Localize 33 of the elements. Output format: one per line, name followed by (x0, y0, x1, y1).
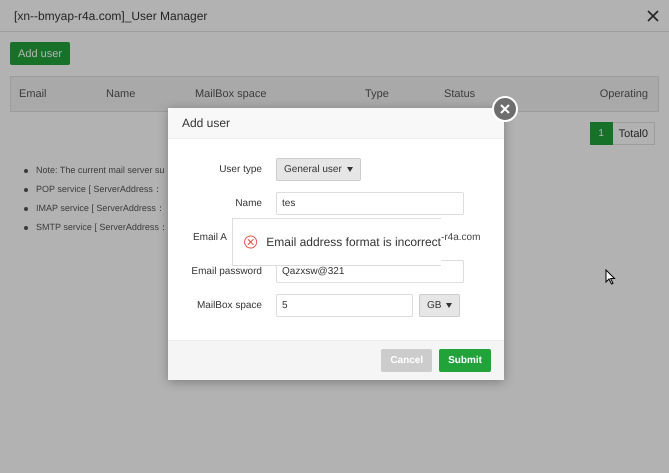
column-header: Status (444, 88, 476, 100)
column-header: MailBox space (195, 88, 268, 100)
dialog-title: Add user (182, 116, 230, 130)
bullet-icon (24, 168, 28, 172)
close-icon[interactable] (647, 10, 659, 22)
cursor-icon (605, 269, 616, 285)
field-label: User type (218, 164, 262, 175)
column-header: Name (106, 88, 136, 100)
bullet-icon (24, 226, 28, 230)
input-field[interactable]: 5 (276, 294, 413, 317)
bullet-icon (24, 206, 28, 210)
column-header: Type (365, 88, 390, 100)
error-message: Email address format is incorrect (266, 235, 441, 249)
column-header: Operating (600, 88, 648, 100)
bullet-icon (24, 188, 28, 192)
window-title: [xn--bmyap-r4a.com]_User Manager (14, 8, 208, 22)
caret-icon (346, 167, 353, 172)
field-label: MailBox space (196, 300, 262, 311)
user-type-dropdown[interactable]: General user (276, 158, 361, 181)
domain-suffix: -r4a.com (441, 232, 480, 243)
total-count: Total0 (612, 122, 655, 145)
note-text: IMAP service [ ServerAddress： (36, 202, 165, 215)
column-header: Email (19, 88, 48, 100)
close-icon (500, 104, 510, 114)
caret-icon (446, 303, 452, 308)
input-field[interactable]: tes (276, 192, 464, 215)
field-label: Email A (192, 232, 228, 243)
note-text: POP service [ ServerAddress： (36, 183, 162, 196)
note-text: SMTP service [ ServerAddress： (36, 221, 168, 234)
note-text: Note: The current mail server su (36, 164, 164, 177)
field-label: Email password (190, 266, 262, 277)
field-label: Name (234, 198, 262, 209)
unit-dropdown[interactable]: GB (419, 294, 460, 317)
